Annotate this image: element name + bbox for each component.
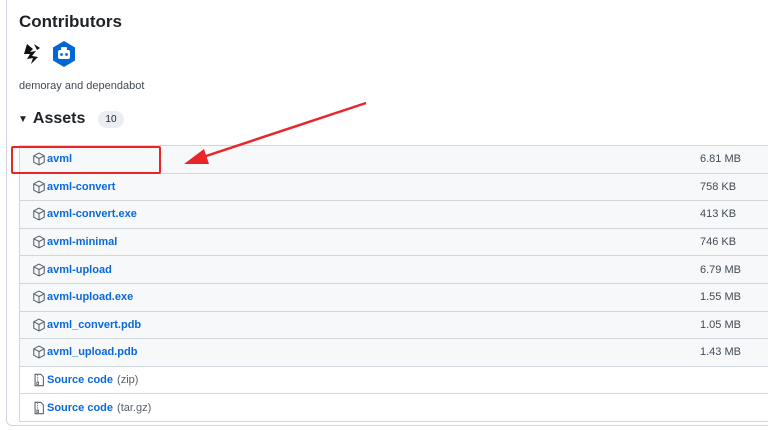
asset-row: avml_upload.pdb 1.43 MB <box>20 339 768 367</box>
source-code-row: Source code (tar.gz) <box>20 394 768 422</box>
asset-row: avml-minimal 746 KB <box>20 228 768 257</box>
asset-link[interactable]: avml <box>47 153 72 165</box>
asset-link[interactable]: avml_convert.pdb <box>47 319 141 331</box>
source-code-format[interactable]: (tar.gz) <box>117 402 151 414</box>
asset-size: 746 KB <box>700 236 737 249</box>
asset-link[interactable]: avml-upload <box>47 264 112 276</box>
contributors-names: demoray and dependabot <box>19 80 145 92</box>
asset-link[interactable]: avml-upload.exe <box>47 291 133 303</box>
assets-list: avml 6.81 MB avml-convert 758 KB avml-conver… <box>19 145 768 422</box>
source-code-link[interactable]: Source code <box>47 374 113 386</box>
asset-link[interactable]: avml-minimal <box>47 236 117 248</box>
asset-link[interactable]: avml_upload.pdb <box>47 346 137 358</box>
asset-size: 6.79 MB <box>700 263 741 276</box>
asset-size: 1.55 MB <box>700 291 741 304</box>
source-code-row: Source code (zip) <box>20 366 768 395</box>
source-code-format[interactable]: (zip) <box>117 374 138 386</box>
contributors-heading: Contributors <box>19 12 122 31</box>
assets-count-badge: 10 <box>98 110 124 128</box>
package-icon <box>32 318 46 332</box>
asset-row: avml-convert.exe 413 KB <box>20 201 768 229</box>
asset-row: avml-upload.exe 1.55 MB <box>20 283 768 312</box>
package-icon <box>32 180 46 194</box>
asset-link[interactable]: avml-convert <box>47 181 115 193</box>
package-icon <box>32 152 46 166</box>
dependabot-avatar-icon[interactable] <box>50 40 78 68</box>
package-icon <box>32 263 46 277</box>
asset-size: 1.43 MB <box>700 346 741 359</box>
asset-row: avml-upload 6.79 MB <box>20 256 768 284</box>
asset-row: avml-convert 758 KB <box>20 173 768 202</box>
demoray-avatar-icon[interactable] <box>18 40 46 68</box>
package-icon <box>32 207 46 222</box>
assets-heading: Assets <box>32 110 86 127</box>
asset-size: 6.81 MB <box>700 153 741 166</box>
package-icon <box>32 235 46 249</box>
asset-size: 758 KB <box>700 180 737 193</box>
asset-link[interactable]: avml-convert.exe <box>47 208 137 220</box>
package-icon <box>32 290 46 304</box>
package-icon <box>32 345 46 359</box>
source-code-link[interactable]: Source code <box>47 402 113 414</box>
asset-row: avml 6.81 MB <box>20 146 768 174</box>
file-zip-icon <box>32 373 46 387</box>
assets-toggle[interactable]: ▼ Assets 10 <box>18 109 124 129</box>
caret-down-icon: ▼ <box>18 113 28 125</box>
file-zip-icon <box>32 401 46 415</box>
asset-row: avml_convert.pdb 1.05 MB <box>20 311 768 340</box>
asset-size: 413 KB <box>700 208 737 221</box>
asset-size: 1.05 MB <box>700 318 741 331</box>
